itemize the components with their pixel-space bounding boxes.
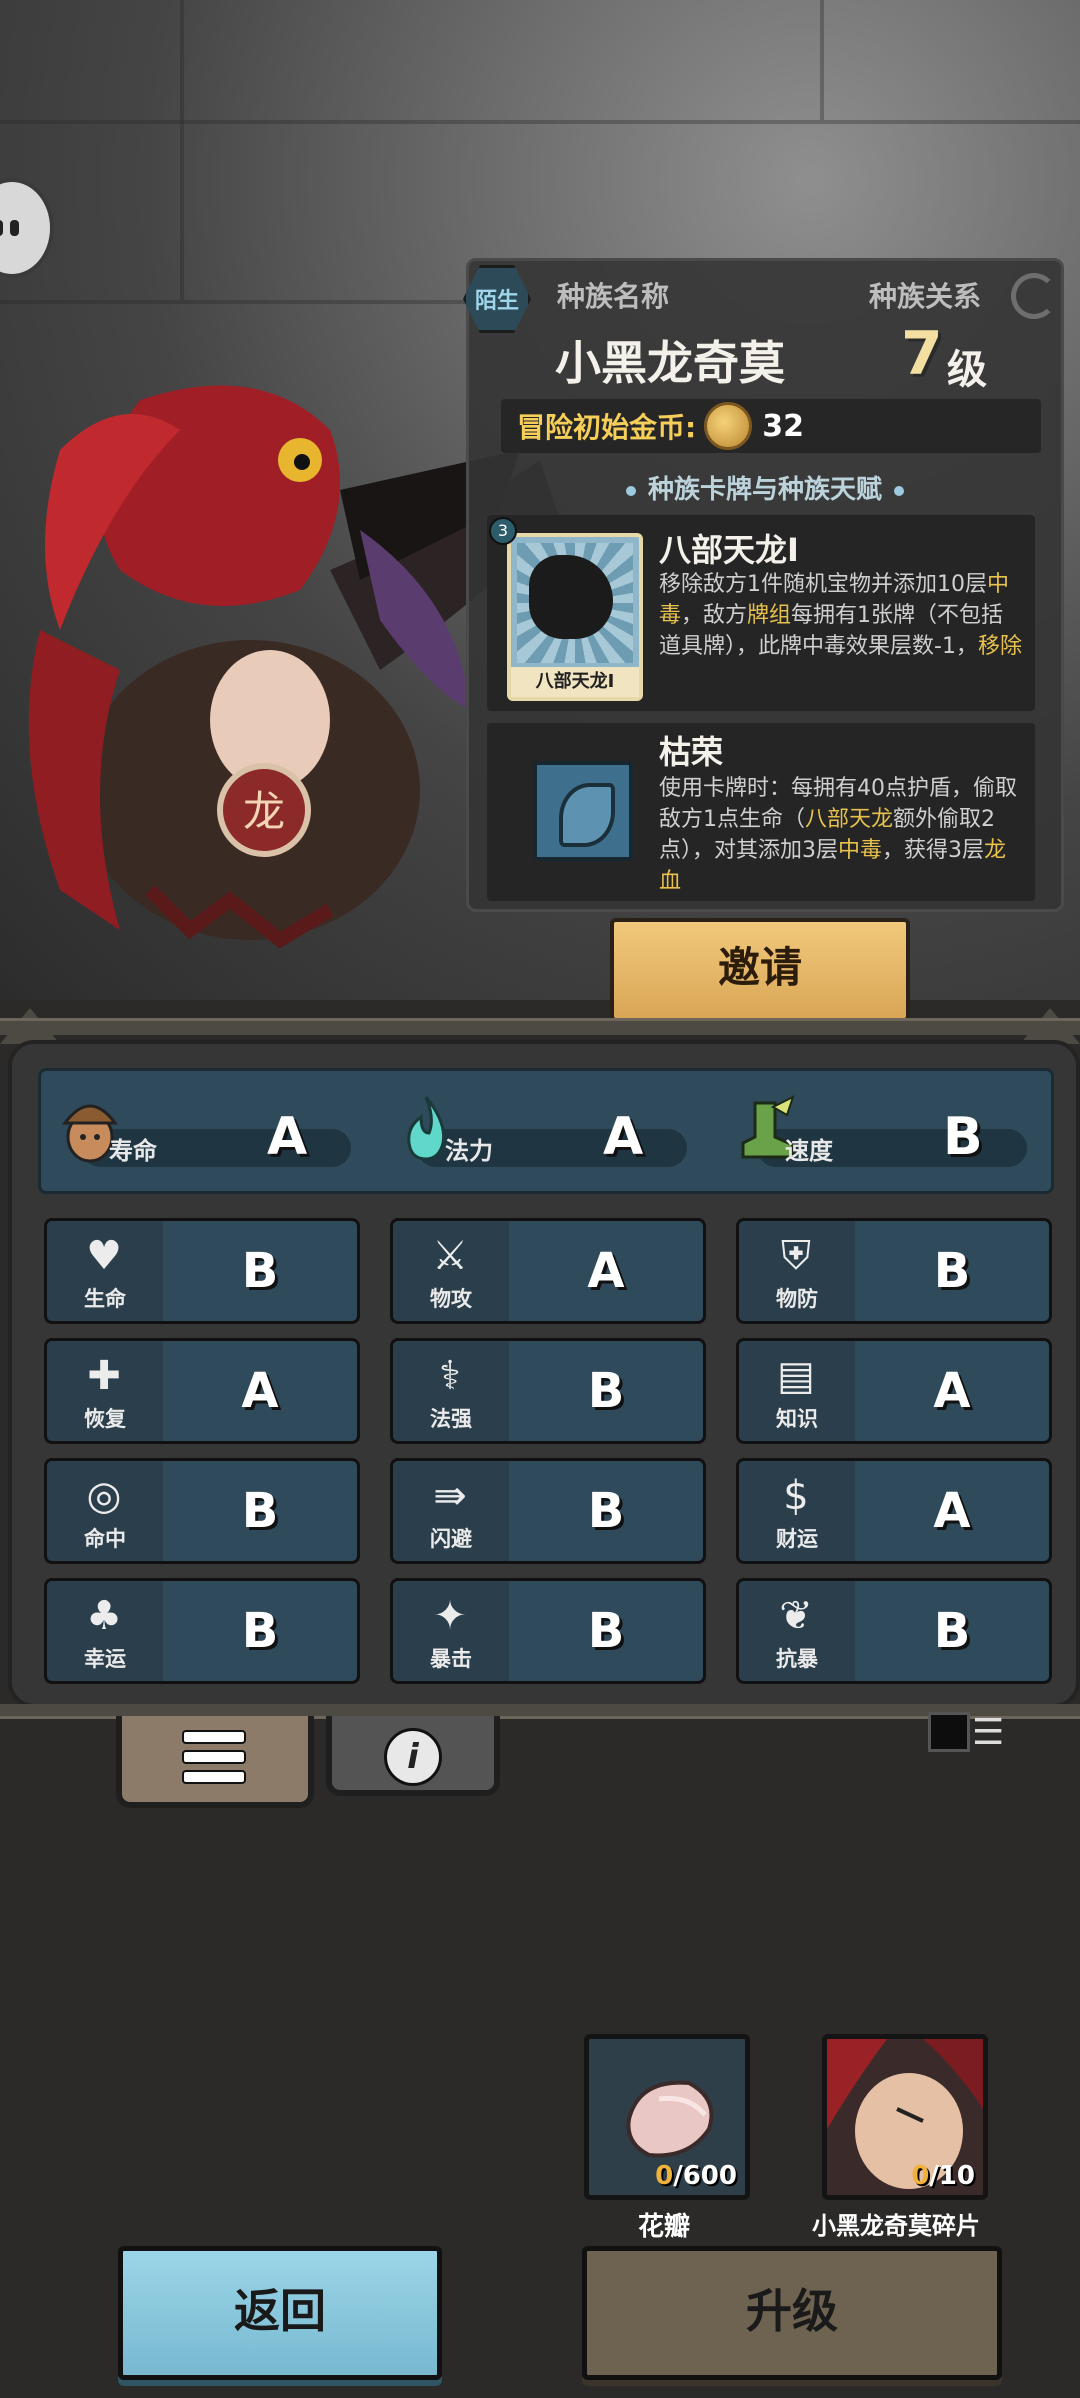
wither-leaf-icon — [533, 761, 633, 861]
speed-grade: B — [943, 1107, 983, 1167]
chat-bubble-icon[interactable] — [0, 178, 54, 278]
attribute-panel: 寿命 A 法力 A 速度 B ♥ 生命 B ⚔ 物攻 A ⛨ 物防 B ✚ 恢复 A ⚕… — [8, 1040, 1080, 1708]
race-card-entry[interactable]: 八部天龙I 3 八部天龙I 移除敌方1件随机宝物并添加10层中毒，敌方牌组每拥有… — [487, 515, 1035, 711]
material-petal[interactable]: 0/600 花瓣 — [584, 2034, 750, 2243]
search-list-icon[interactable]: ☰ — [972, 1712, 1004, 1753]
gold-coin-icon — [704, 402, 753, 450]
swirl-icon — [1011, 273, 1057, 319]
stat-physical-attack[interactable]: ⚔ 物攻 A — [390, 1218, 706, 1324]
stat-luck[interactable]: ♣ 幸运 B — [44, 1578, 360, 1684]
race-relation-header[interactable]: 种族关系 — [869, 275, 981, 315]
clover-icon: ♣ — [86, 1593, 122, 1639]
heart-icon: ♥ — [86, 1233, 122, 1279]
summary-lifespan: 寿命 A — [41, 1071, 361, 1191]
shield-burst-icon: ❦ — [779, 1593, 813, 1639]
mana-label: 法力 — [445, 1137, 493, 1165]
filter-checkbox[interactable] — [928, 1712, 970, 1752]
crit-burst-icon: ✦ — [433, 1593, 467, 1639]
race-info-panel: 陌生 种族名称 种族关系 小黑龙奇莫 7 级 冒险初始金币: 32 种族卡牌与种… — [463, 258, 1064, 912]
stat-fortune[interactable]: $ 财运 A — [736, 1458, 1052, 1564]
petal-count: 0/600 — [655, 2161, 737, 2191]
heal-heart-icon: ✚ — [87, 1353, 121, 1399]
staff-icon: ⚕ — [439, 1353, 461, 1399]
level-unit: 级 — [947, 347, 987, 393]
fragment-slot: 0/10 — [822, 2034, 988, 2200]
target-icon: ◎ — [86, 1473, 122, 1519]
speed-label: 速度 — [785, 1137, 833, 1165]
petal-slot: 0/600 — [584, 2034, 750, 2200]
race-name-header: 种族名称 — [557, 280, 670, 313]
armor-icon: ⛨ — [781, 1233, 811, 1279]
level-number: 7 — [901, 319, 943, 389]
card-description: 移除敌方1件随机宝物并添加10层中毒，敌方牌组每拥有1张牌（不包括道具牌），此牌… — [659, 572, 1022, 659]
card-thumbnail[interactable]: 八部天龙I — [507, 533, 643, 701]
summary-mana: 法力 A — [377, 1071, 697, 1191]
lifespan-grade: A — [267, 1107, 308, 1167]
list-icon — [182, 1730, 246, 1784]
starting-gold-bar: 冒险初始金币: 32 — [501, 399, 1041, 453]
frame-top-border — [0, 1018, 1080, 1035]
talent-name: 枯荣 — [659, 733, 724, 771]
book-icon: ▤ — [777, 1353, 815, 1399]
fragment-count: 0/10 — [911, 2161, 975, 2191]
back-button[interactable]: 返回 — [118, 2246, 442, 2380]
stat-critical[interactable]: ✦ 暴击 B — [390, 1578, 706, 1684]
starting-gold-value: 32 — [762, 408, 804, 444]
coin-icon: $ — [783, 1473, 809, 1519]
info-icon: i — [384, 1728, 442, 1786]
fragment-name: 小黑龙奇莫碎片 — [812, 2212, 980, 2240]
stat-accuracy[interactable]: ◎ 命中 B — [44, 1458, 360, 1564]
lifespan-label: 寿命 — [109, 1137, 157, 1165]
bullet-dot-icon — [625, 485, 636, 496]
stat-physical-defense[interactable]: ⛨ 物防 B — [736, 1218, 1052, 1324]
dodge-arrows-icon: ⇛ — [433, 1473, 467, 1519]
stat-hp[interactable]: ♥ 生命 B — [44, 1218, 360, 1324]
race-name: 小黑龙奇莫 — [555, 336, 785, 390]
sword-icon: ⚔ — [432, 1233, 468, 1279]
summary-speed: 速度 B — [717, 1071, 1037, 1191]
card-caption: 八部天龙I — [511, 667, 639, 697]
stat-recovery[interactable]: ✚ 恢复 A — [44, 1338, 360, 1444]
core-attributes-row: 寿命 A 法力 A 速度 B — [38, 1068, 1054, 1194]
section-title: 种族卡牌与种族天赋 — [469, 469, 1061, 506]
svg-text:龙: 龙 — [243, 787, 285, 836]
talent-description: 使用卡牌时：每拥有40点护盾，偷取敌方1点生命（八部天龙额外偷取2点），对其添加… — [659, 776, 1017, 894]
tab-info[interactable]: i — [326, 1716, 500, 1796]
card-name: 八部天龙I — [659, 531, 799, 569]
stat-spell-power[interactable]: ⚕ 法强 B — [390, 1338, 706, 1444]
bullet-dot-icon — [894, 485, 904, 496]
upgrade-button[interactable]: 升级 — [582, 2246, 1002, 2380]
material-dragon-fragment[interactable]: 0/10 小黑龙奇莫碎片 — [812, 2034, 988, 2241]
relation-tag: 陌生 — [463, 265, 531, 333]
tab-attribute-list[interactable] — [116, 1716, 314, 1808]
invite-button[interactable]: 邀请 — [610, 918, 910, 1022]
section-title-text: 种族卡牌与种族天赋 — [647, 475, 882, 505]
card-cost-badge: 3 — [489, 517, 517, 545]
stat-crit-resist[interactable]: ❦ 抗暴 B — [736, 1578, 1052, 1684]
stat-dodge[interactable]: ⇛ 闪避 B — [390, 1458, 706, 1564]
race-talent-entry[interactable]: 枯荣 使用卡牌时：每拥有40点护盾，偷取敌方1点生命（八部天龙额外偷取2点），对… — [487, 723, 1035, 901]
petal-name: 花瓣 — [637, 2212, 690, 2242]
mana-grade: A — [603, 1107, 644, 1167]
stat-knowledge[interactable]: ▤ 知识 A — [736, 1338, 1052, 1444]
starting-gold-label: 冒险初始金币: — [517, 411, 697, 444]
